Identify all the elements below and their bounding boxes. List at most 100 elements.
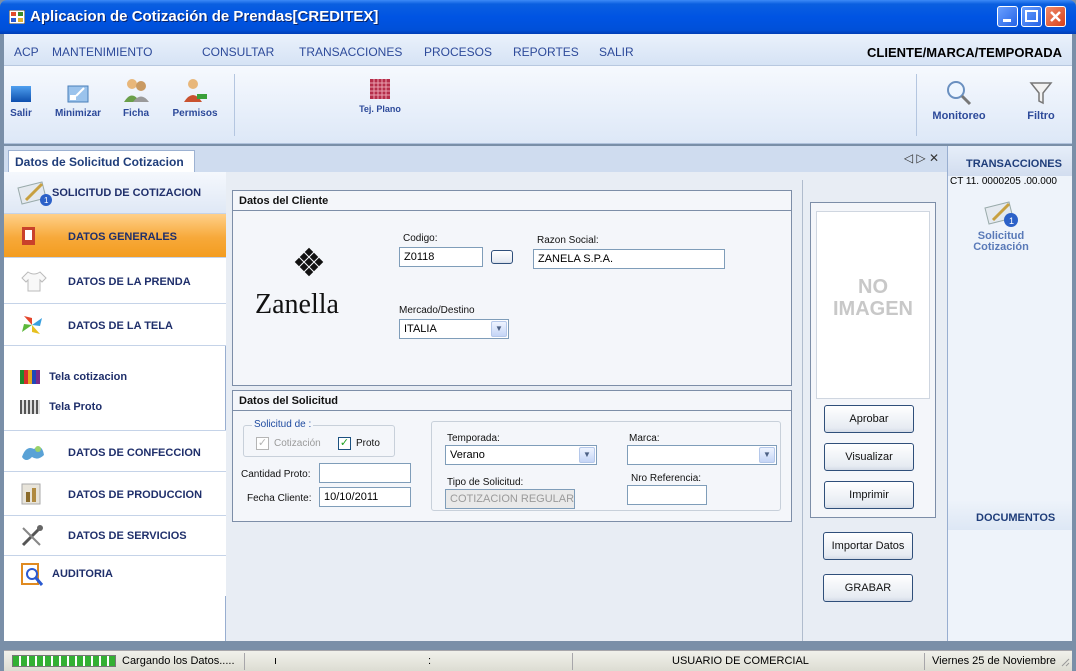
cliente-group: Datos del Cliente Zanella Codigo: Z0118 … (232, 190, 792, 386)
exit-icon (9, 84, 33, 104)
tab-datos-solicitud[interactable]: Datos de Solicitud Cotizacion (8, 150, 195, 172)
grabar-button[interactable]: GRABAR (823, 574, 913, 602)
status-mid-2: : (428, 655, 432, 667)
visualizar-button[interactable]: Visualizar (824, 443, 914, 471)
tools-icon (20, 524, 44, 551)
razon-social-field[interactable]: ZANELA S.P.A. (533, 249, 725, 269)
nav-datos-produccion[interactable]: DATOS DE PRODUCCION (4, 472, 226, 516)
menu-consultar[interactable]: CONSULTAR (202, 45, 274, 59)
fecha-cliente-field[interactable]: 10/10/2011 (319, 487, 411, 507)
nav-header-solicitud[interactable]: 1 SOLICITUD DE COTIZACION (4, 172, 226, 214)
tej-plano-button[interactable]: Tej. Plano (352, 78, 408, 114)
temporada-label: Temporada: (447, 433, 500, 444)
mercado-label: Mercado/Destino (399, 305, 475, 316)
marca-label: Marca: (629, 433, 660, 444)
transaction-code: CT 11. 0000205 .00.000 (950, 176, 1057, 187)
cotizacion-checkbox[interactable]: ✓ (256, 437, 269, 450)
status-separator (924, 653, 925, 670)
proto-checkbox[interactable]: ✓ (338, 437, 351, 450)
menu-transacciones[interactable]: TRANSACCIONES (299, 45, 402, 59)
tipo-solicitud-field: COTIZACION REGULAR (445, 489, 575, 509)
codigo-field[interactable]: Z0118 (399, 247, 483, 267)
tab-strip: Datos de Solicitud Cotizacion ◁ ▷ ✕ (4, 146, 947, 172)
cotizacion-label: Cotización (274, 438, 321, 449)
left-navigation: 1 SOLICITUD DE COTIZACION DATOS GENERALE… (4, 172, 226, 641)
filtro-button[interactable]: Filtro (1016, 80, 1066, 122)
solicitud-de-legend: Solicitud de : (252, 419, 314, 430)
nav-datos-servicios[interactable]: DATOS DE SERVICIOS (4, 516, 226, 556)
transactions-panel: TRANSACCIONES CT 11. 0000205 .00.000 1 S… (947, 146, 1072, 641)
minimize-window-button[interactable] (997, 6, 1018, 27)
menu-bar: ACP MANTENIMIENTO CONSULTAR TRANSACCIONE… (4, 34, 1072, 66)
ficha-button[interactable]: Ficha (116, 76, 156, 119)
quote-request-icon: 1 (958, 198, 1044, 231)
aprobar-button[interactable]: Aprobar (824, 405, 914, 433)
client-logo: Zanella (255, 245, 379, 325)
title-bar[interactable]: Aplicacion de Cotización de Prendas[CRED… (0, 0, 1076, 34)
svg-text:1: 1 (44, 196, 49, 205)
transacciones-title: TRANSACCIONES (966, 158, 1062, 170)
sewing-icon (20, 441, 46, 466)
quote-request-icon: 1 (16, 180, 56, 209)
monitoreo-button[interactable]: Monitoreo (928, 80, 990, 122)
resize-grip-icon[interactable] (1060, 657, 1070, 671)
context-label: CLIENTE/MARCA/TEMPORADA (867, 45, 1062, 60)
nav-tela-cotizacion[interactable]: Tela cotizacion (20, 370, 127, 384)
razon-social-label: Razon Social: (537, 235, 599, 246)
fabric-icon (369, 78, 391, 100)
nav-datos-confeccion[interactable]: DATOS DE CONFECCION (4, 430, 226, 472)
chevron-down-icon: ▼ (579, 447, 595, 463)
solicitud-de-fieldset: Solicitud de : ✓ Cotización ✓ Proto (243, 419, 395, 457)
users-icon (122, 76, 150, 104)
menu-salir[interactable]: SALIR (599, 45, 634, 59)
menu-procesos[interactable]: PROCESOS (424, 45, 492, 59)
temporada-select[interactable]: Verano ▼ (445, 445, 597, 465)
production-icon (20, 482, 42, 509)
user-permissions-icon (181, 76, 209, 104)
toolbar-separator (916, 74, 917, 136)
chevron-down-icon: ▼ (759, 447, 775, 463)
loading-progress-fill (13, 656, 115, 666)
imprimir-button[interactable]: Imprimir (824, 481, 914, 509)
nro-referencia-label: Nro Referencia: (631, 473, 702, 484)
app-icon (8, 9, 26, 25)
fecha-cliente-label: Fecha Cliente: (247, 493, 312, 504)
cantidad-proto-label: Cantidad Proto: (241, 469, 311, 480)
menu-acp[interactable]: ACP (14, 45, 39, 59)
chevron-down-icon: ▼ (491, 321, 507, 337)
nav-datos-generales[interactable]: DATOS GENERALES (4, 214, 226, 258)
image-panel: NO IMAGEN Aprobar Visualizar Imprimir (810, 202, 936, 518)
fabric-pinwheel-icon (20, 314, 44, 339)
tab-nav-controls[interactable]: ◁ ▷ ✕ (904, 151, 939, 165)
permisos-button[interactable]: Permisos (170, 76, 220, 119)
column-divider (802, 180, 803, 641)
solicitud-cotizacion-item[interactable]: 1 Solicitud Cotización (958, 194, 1044, 268)
nav-auditoria[interactable]: AUDITORIA (4, 556, 226, 596)
codigo-lookup-button[interactable] (491, 250, 513, 264)
nro-referencia-field[interactable] (627, 485, 707, 505)
audit-icon (20, 562, 44, 591)
nav-tela-proto[interactable]: Tela Proto (20, 400, 102, 414)
document-icon (20, 226, 38, 249)
importar-datos-button[interactable]: Importar Datos (823, 532, 913, 560)
marca-select[interactable]: ▼ (627, 445, 777, 465)
nav-datos-tela[interactable]: DATOS DE LA TELA (4, 304, 226, 346)
loading-text: Cargando los Datos..... (122, 655, 235, 667)
nav-datos-prenda[interactable]: DATOS DE LA PRENDA (4, 258, 226, 304)
mercado-select[interactable]: ITALIA ▼ (399, 319, 509, 339)
loading-progress-bar (12, 655, 116, 667)
solicitud-group-title: Datos del Solicitud (233, 391, 791, 411)
maximize-window-button[interactable] (1021, 6, 1042, 27)
minimizar-button[interactable]: Minimizar (50, 84, 106, 119)
menu-reportes[interactable]: REPORTES (513, 45, 579, 59)
salir-button[interactable]: Salir (6, 84, 36, 119)
cantidad-proto-field[interactable] (319, 463, 411, 483)
status-user: USUARIO DE COMERCIAL (672, 655, 809, 667)
cliente-group-title: Datos del Cliente (233, 191, 791, 211)
status-mid-1: ı (274, 655, 278, 667)
status-date: Viernes 25 de Noviembre (932, 655, 1056, 667)
close-window-button[interactable] (1045, 6, 1066, 27)
menu-mantenimiento[interactable]: MANTENIMIENTO (52, 45, 152, 59)
shirt-icon (20, 270, 48, 295)
toolbar-separator (234, 74, 235, 136)
